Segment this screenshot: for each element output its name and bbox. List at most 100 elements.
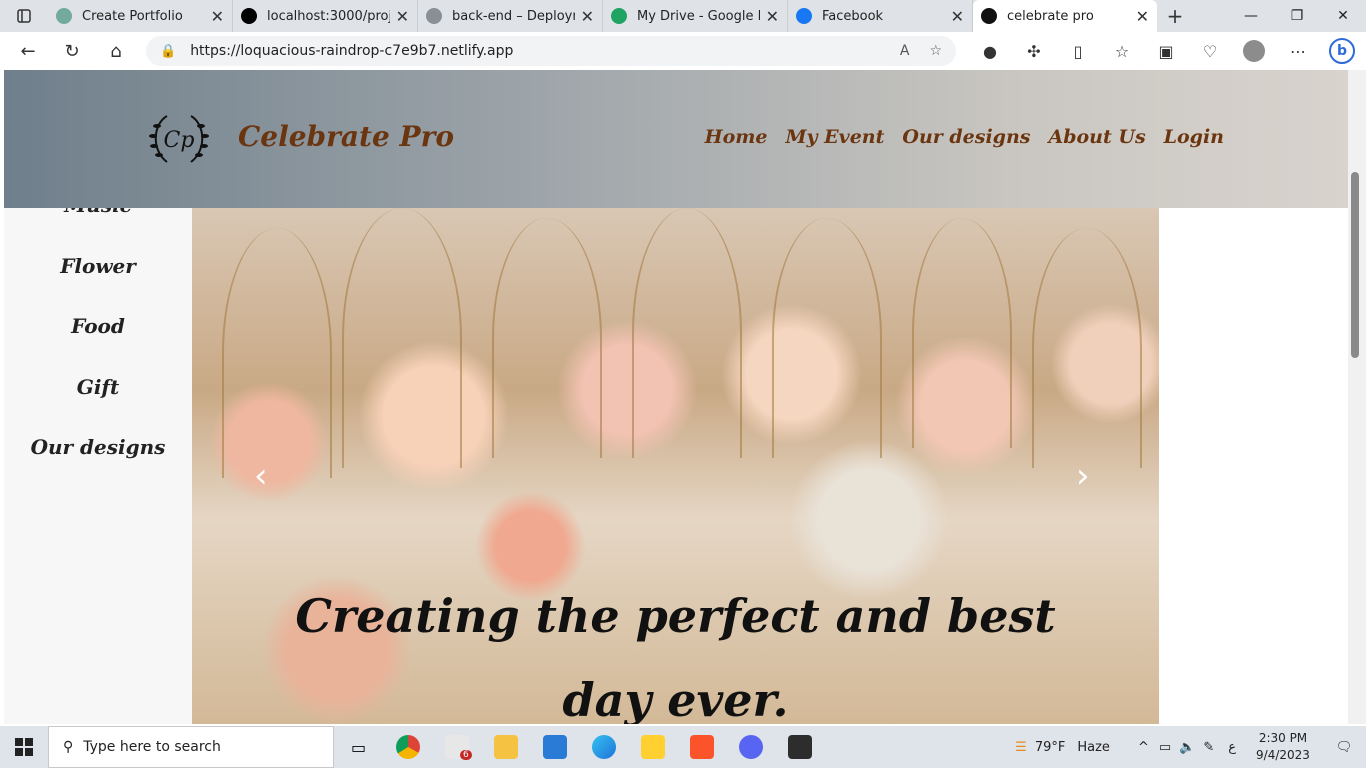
battery-icon[interactable]: ▭ <box>1159 740 1171 755</box>
pen-icon[interactable]: ✎ <box>1203 740 1214 755</box>
weather-temp[interactable]: 79°F <box>1035 740 1066 755</box>
task-view-button[interactable]: ▭ <box>334 726 383 768</box>
carousel-next-icon[interactable]: › <box>1076 456 1090 496</box>
tab-localhost-projects[interactable]: localhost:3000/projects ✕ <box>233 0 418 32</box>
nav-about-us[interactable]: About Us <box>1048 126 1145 148</box>
close-tab-icon[interactable]: ✕ <box>1136 7 1149 26</box>
nav-login[interactable]: Login <box>1164 126 1224 148</box>
browser-essentials-icon[interactable]: ♡ <box>1188 32 1232 70</box>
brand-name[interactable]: Celebrate Pro <box>238 120 454 153</box>
tab-actions-icon <box>17 9 31 23</box>
main-nav: Home My Event Our designs About Us Login <box>705 126 1224 148</box>
tab-label: localhost:3000/projects <box>267 8 390 24</box>
edge-icon <box>591 735 616 759</box>
taskbar-discord[interactable] <box>726 726 775 768</box>
nav-home[interactable]: Home <box>705 126 768 148</box>
tab-google-drive[interactable]: My Drive - Google Drive ✕ <box>603 0 788 32</box>
taskbar-slack[interactable]: 6 <box>432 726 481 768</box>
clock[interactable]: 2:30 PM 9/4/2023 <box>1244 730 1322 764</box>
bing-copilot-icon[interactable]: b <box>1320 32 1364 70</box>
refresh-button[interactable]: ↻ <box>50 32 94 70</box>
windows-taskbar: ⚲ Type here to search ▭ 6 ☰ 79°F Haze ^ … <box>0 726 1366 768</box>
language-indicator[interactable]: ع <box>1228 740 1236 755</box>
settings-more-icon[interactable]: ⋯ <box>1276 32 1320 70</box>
browser-toolbar: ● ✣ ▯ ☆ ▣ ♡ ⋯ b <box>968 32 1364 70</box>
tab-label: My Drive - Google Drive <box>637 8 760 24</box>
sidebar-item-our-designs[interactable]: Our designs <box>4 435 192 459</box>
folder-icon <box>493 735 518 759</box>
decor-wire <box>1032 228 1142 468</box>
extension-globe-icon[interactable]: ● <box>968 32 1012 70</box>
carousel-prev-icon[interactable]: ‹ <box>254 456 268 496</box>
back-button[interactable]: ← <box>6 32 50 70</box>
restore-button[interactable]: ❐ <box>1274 0 1320 32</box>
favorites-icon[interactable]: ☆ <box>1100 32 1144 70</box>
decor-wire <box>222 228 332 478</box>
category-sidebar: Music Flower Food Gift Our designs <box>4 190 192 724</box>
site-header: Cp Celebrate Pro Home My Event Our desig… <box>4 70 1348 208</box>
chatgpt-icon <box>56 8 72 24</box>
taskbar-vscode[interactable] <box>530 726 579 768</box>
close-tab-icon[interactable]: ✕ <box>951 7 964 26</box>
taskbar-miro[interactable] <box>628 726 677 768</box>
minimize-button[interactable]: — <box>1228 0 1274 32</box>
search-icon: ⚲ <box>63 739 74 755</box>
taskbar-terminal[interactable] <box>775 726 824 768</box>
close-window-button[interactable]: ✕ <box>1320 0 1366 32</box>
taskbar-brave[interactable] <box>677 726 726 768</box>
read-aloud-icon[interactable]: A <box>900 43 910 59</box>
window-controls: — ❐ ✕ <box>1228 0 1366 32</box>
nav-my-event[interactable]: My Event <box>786 126 885 148</box>
drive-icon <box>611 8 627 24</box>
weather-desc[interactable]: Haze <box>1077 740 1110 755</box>
tab-facebook[interactable]: Facebook ✕ <box>788 0 973 32</box>
home-button[interactable]: ⌂ <box>94 32 138 70</box>
decor-wire <box>772 218 882 458</box>
clock-time: 2:30 PM <box>1258 731 1308 745</box>
windows-icon <box>15 738 33 756</box>
tab-create-portfolio[interactable]: Create Portfolio ✕ <box>48 0 233 32</box>
new-tab-button[interactable]: + <box>1157 0 1193 32</box>
sidebar-item-gift[interactable]: Gift <box>4 375 192 399</box>
browser-address-bar: ← ↻ ⌂ 🔒 https://loquacious-raindrop-c7e9… <box>0 32 1366 70</box>
tab-actions-button[interactable] <box>0 0 48 32</box>
cp-logo[interactable]: Cp <box>147 108 211 168</box>
web-page: Cp Celebrate Pro Home My Event Our desig… <box>4 70 1348 724</box>
system-tray: ☰ 79°F Haze ^ ▭ 🔈 ✎ ع 2:30 PM 9/4/2023 🗨 <box>1015 726 1366 768</box>
url-text: https://loquacious-raindrop-c7e9b7.netli… <box>190 43 514 59</box>
svg-text:Cp: Cp <box>164 128 195 153</box>
tab-back-end-deployment[interactable]: back-end – Deployment ✕ <box>418 0 603 32</box>
close-tab-icon[interactable]: ✕ <box>396 7 409 26</box>
taskbar-file-explorer[interactable] <box>481 726 530 768</box>
nav-our-designs[interactable]: Our designs <box>902 126 1030 148</box>
favorite-star-icon[interactable]: ☆ <box>929 43 942 59</box>
volume-icon[interactable]: 🔈 <box>1179 740 1195 755</box>
close-tab-icon[interactable]: ✕ <box>581 7 594 26</box>
triangle-icon <box>241 8 257 24</box>
decor-wire <box>912 218 1012 448</box>
miro-icon <box>640 735 665 759</box>
taskbar-chrome[interactable] <box>383 726 432 768</box>
tab-celebrate-pro[interactable]: celebrate pro ✕ <box>973 0 1157 32</box>
browser-tab-bar: Create Portfolio ✕ localhost:3000/projec… <box>0 0 1366 32</box>
render-icon <box>426 8 442 24</box>
hero-caption-line-2: day ever. <box>562 673 789 724</box>
decor-wire <box>492 218 602 458</box>
taskbar-edge[interactable] <box>579 726 628 768</box>
taskbar-search[interactable]: ⚲ Type here to search <box>48 726 334 768</box>
profile-avatar[interactable] <box>1232 32 1276 70</box>
close-tab-icon[interactable]: ✕ <box>766 7 779 26</box>
terminal-icon <box>787 735 812 759</box>
url-bar[interactable]: 🔒 https://loquacious-raindrop-c7e9b7.net… <box>146 36 956 66</box>
tray-chevron-icon[interactable]: ^ <box>1138 740 1149 755</box>
notifications-icon[interactable]: 🗨 <box>1322 740 1366 755</box>
sidebar-item-flower[interactable]: Flower <box>4 254 192 278</box>
close-tab-icon[interactable]: ✕ <box>211 7 224 26</box>
collections-icon[interactable]: ▣ <box>1144 32 1188 70</box>
scrollbar-thumb[interactable] <box>1351 172 1359 358</box>
page-scrollbar[interactable] <box>1348 70 1366 724</box>
start-button[interactable] <box>0 726 48 768</box>
extensions-icon[interactable]: ✣ <box>1012 32 1056 70</box>
sidebar-item-food[interactable]: Food <box>4 314 192 338</box>
split-screen-icon[interactable]: ▯ <box>1056 32 1100 70</box>
